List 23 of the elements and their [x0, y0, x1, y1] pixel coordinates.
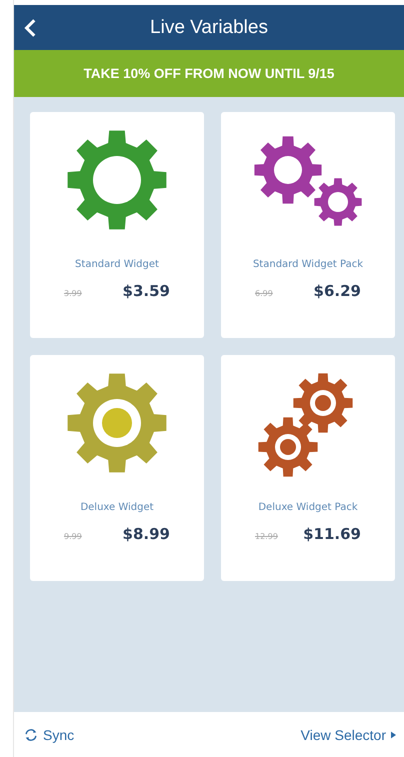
sync-link[interactable]: Sync: [24, 726, 74, 742]
price: $8.99: [122, 525, 170, 543]
old-price: 9.99: [64, 532, 82, 541]
product-name: Deluxe Widget: [80, 502, 154, 513]
product-card[interactable]: Deluxe Widget Pack 12.99 $11.69: [221, 355, 395, 581]
old-price: 3.99: [64, 289, 82, 298]
back-icon[interactable]: [24, 18, 36, 38]
product-card[interactable]: Standard Widget Pack 6.99 $6.29: [221, 112, 395, 338]
price: $11.69: [303, 525, 361, 543]
product-name: Deluxe Widget Pack: [258, 502, 358, 513]
product-card[interactable]: Standard Widget 3.99 $3.59: [30, 112, 204, 338]
product-name: Standard Widget Pack: [252, 259, 364, 270]
sync-icon: [24, 728, 38, 742]
promo-banner: TAKE 10% OFF FROM NOW UNTIL 9/15: [14, 50, 404, 97]
screen-title: Live Variables: [150, 16, 268, 38]
price: $3.59: [122, 282, 170, 300]
caret-icon: [391, 730, 396, 738]
old-price: 12.99: [255, 532, 278, 541]
product-name: Standard Widget: [75, 259, 159, 270]
price: $6.29: [314, 282, 361, 300]
view-selector-link[interactable]: View Selector: [300, 726, 396, 742]
old-price: 6.99: [255, 289, 273, 298]
product-card[interactable]: Deluxe Widget 9.99 $8.99: [30, 355, 204, 581]
